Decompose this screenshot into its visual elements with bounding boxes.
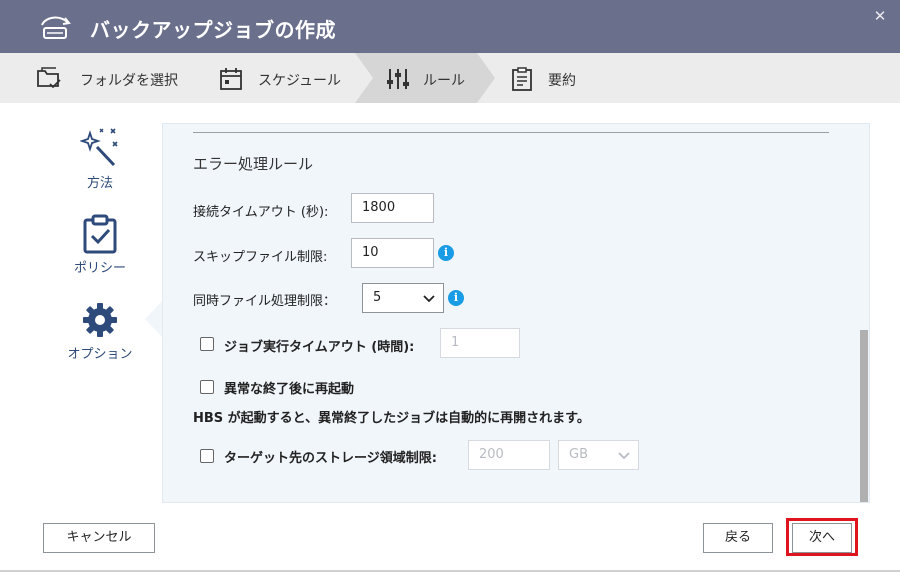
sliders-icon [387,69,409,89]
gear-icon [83,303,117,337]
concurrent-file-limit-label: 同時ファイル処理制限： [193,294,337,309]
connection-timeout-label: 接続タイムアウト (秒): [193,205,329,220]
sidebar-item-label: 方法 [86,176,113,191]
job-timeout-input[interactable]: 1 [440,328,520,358]
job-timeout-label: ジョブ実行タイムアウト (時間): [224,340,415,355]
step-label: ルール [423,73,465,89]
options-panel: エラー処理ルール 接続タイムアウト (秒): 1800 スキップファイル制限: … [162,123,870,503]
clipboard-icon [512,67,532,91]
magic-wand-icon [80,128,118,167]
sidebar-item-label: オプション [67,347,133,362]
sidebar-item-method[interactable]: 方法 [60,125,140,191]
calendar-icon [220,68,242,90]
chevron-down-icon [423,295,435,303]
info-icon[interactable]: i [448,290,464,306]
backup-drive-icon [41,16,71,39]
close-icon[interactable]: ✕ [870,6,890,26]
step-summary[interactable]: 要約 [495,53,615,103]
step-select-folder[interactable]: フォルダを選択 [0,53,200,103]
sidebar-item-options[interactable]: オプション [60,300,140,365]
step-label: スケジュール [258,73,342,89]
storage-unit-select[interactable]: GB [558,440,639,470]
cancel-button[interactable]: キャンセル [43,523,155,553]
active-pointer [145,300,163,338]
folder-check-icon [37,67,61,89]
back-button[interactable]: 戻る [703,523,773,553]
info-icon[interactable]: i [438,245,454,261]
step-schedule[interactable]: スケジュール [200,53,355,103]
select-value: 5 [373,290,382,305]
clipboard-check-icon [83,214,117,254]
next-button[interactable]: 次へ [792,523,852,553]
step-label: フォルダを選択 [80,73,178,89]
title-bar: バックアップジョブの作成 ✕ [0,0,900,53]
scrollbar-thumb[interactable] [860,330,868,502]
sidebar-item-policy[interactable]: ポリシー [60,212,140,277]
skip-file-limit-label: スキップファイル制限: [193,250,328,265]
storage-limit-input[interactable]: 200 [468,440,550,470]
window-title: バックアップジョブの作成 [90,18,336,42]
concurrent-file-limit-select[interactable]: 5 [362,283,444,313]
restart-after-abnormal-label: 異常な終了後に再起動 [224,382,355,397]
divider [193,132,829,133]
wizard-steps: フォルダを選択 スケジュール ルール 要約 [0,53,900,103]
restart-after-abnormal-checkbox[interactable] [200,380,214,394]
chevron-down-icon [618,452,630,460]
job-timeout-checkbox[interactable] [200,337,214,351]
step-label: 要約 [548,73,576,89]
skip-file-limit-input[interactable]: 10 [351,238,434,268]
select-value: GB [569,447,588,462]
restart-note: HBS が起動すると、異常終了したジョブは自動的に再開されます。 [193,411,590,426]
connection-timeout-input[interactable]: 1800 [351,193,434,223]
storage-limit-checkbox[interactable] [200,449,214,463]
section-title: エラー処理ルール [193,155,314,173]
step-rules[interactable]: ルール [355,53,490,103]
storage-limit-label: ターゲット先のストレージ領域制限: [224,451,437,466]
sidebar-item-label: ポリシー [73,261,126,276]
